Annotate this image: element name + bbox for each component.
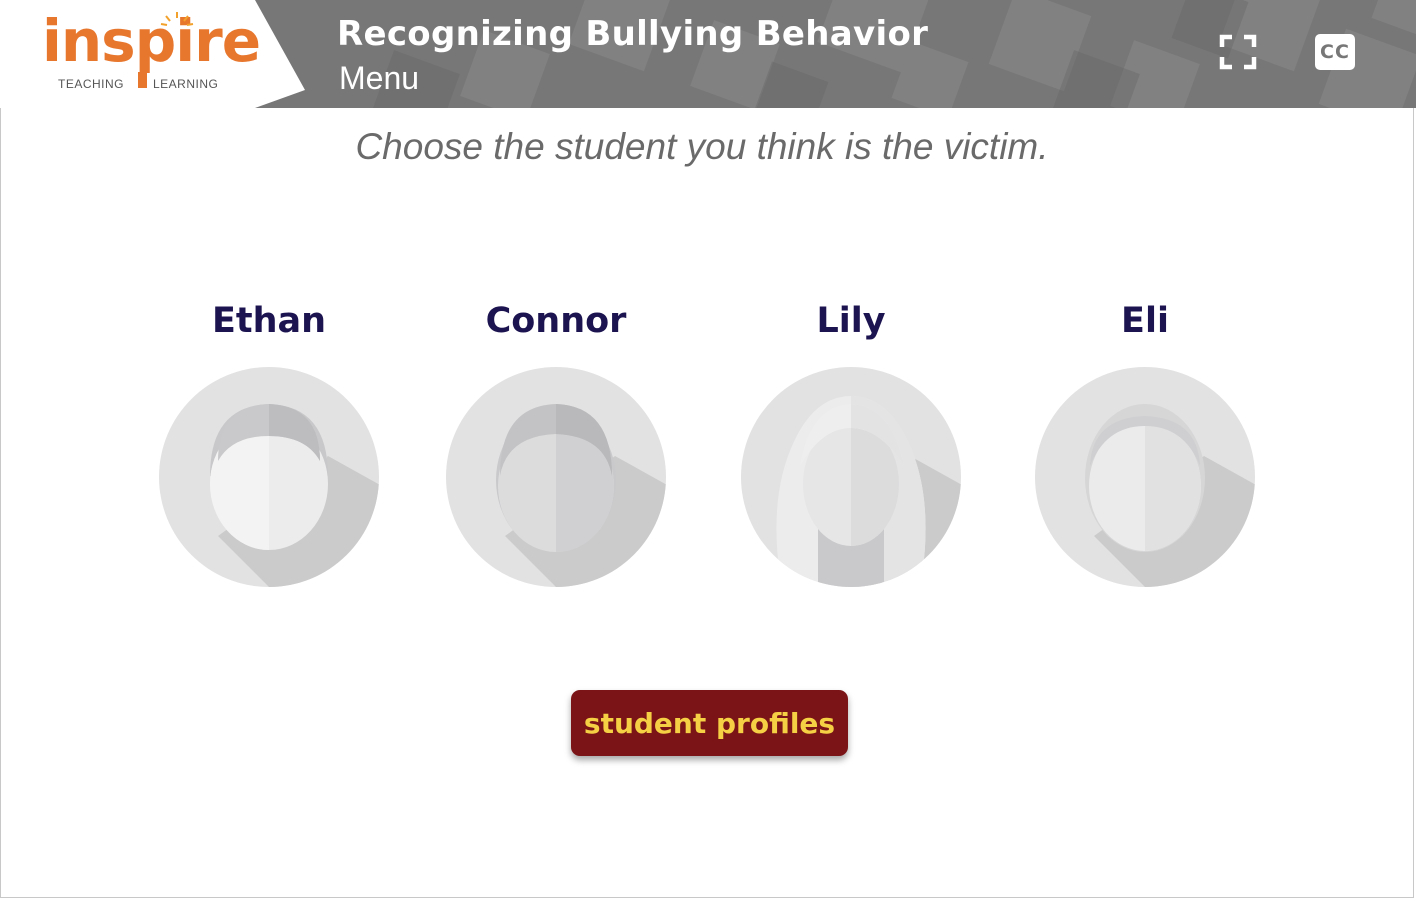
male-avatar-icon[interactable] bbox=[1034, 366, 1256, 588]
header-bar: inspire TEACHING LEARNING Recognizing Bu… bbox=[0, 0, 1416, 108]
female-avatar-icon[interactable] bbox=[740, 366, 962, 588]
instruction-text: Choose the student you think is the vict… bbox=[355, 126, 1049, 167]
student-card-ethan[interactable]: Ethan bbox=[154, 296, 384, 588]
logo: inspire TEACHING LEARNING bbox=[0, 0, 310, 108]
logo-divider bbox=[138, 72, 147, 88]
student-card-eli[interactable]: Eli bbox=[1030, 296, 1260, 588]
course-title: Recognizing Bullying Behavior bbox=[337, 14, 929, 54]
student-name: Ethan bbox=[211, 301, 327, 341]
student-name: Eli bbox=[1121, 301, 1169, 341]
student-card-connor[interactable]: Connor bbox=[441, 296, 671, 588]
logo-wordmark: inspire bbox=[42, 7, 261, 75]
male-avatar-icon[interactable] bbox=[158, 366, 380, 588]
student-name: Connor bbox=[485, 301, 627, 341]
menu-label[interactable]: Menu bbox=[339, 60, 419, 97]
student-profiles-button[interactable]: student profiles bbox=[571, 690, 848, 756]
logo-sub-teaching: TEACHING bbox=[58, 77, 125, 91]
sun-icon bbox=[160, 12, 194, 26]
fullscreen-icon[interactable] bbox=[1218, 33, 1258, 73]
male-avatar-icon[interactable] bbox=[445, 366, 667, 588]
student-card-lily[interactable]: Lily bbox=[736, 296, 966, 588]
student-name: Lily bbox=[816, 301, 886, 341]
logo-sub-learning: LEARNING bbox=[153, 77, 219, 91]
closed-captions-button[interactable]: CC bbox=[1315, 34, 1355, 70]
